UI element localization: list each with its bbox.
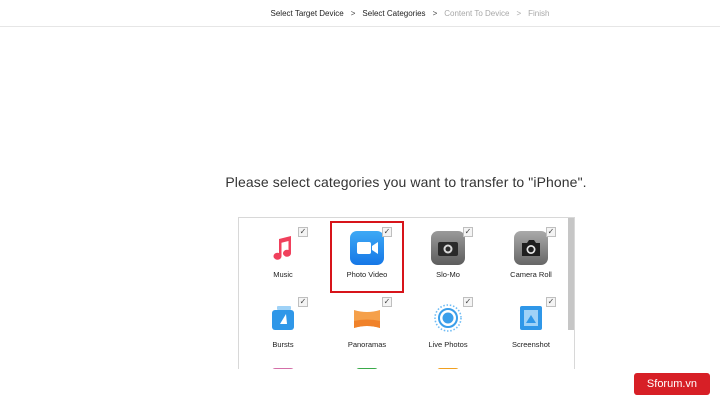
category-label: Live Photos <box>428 340 468 349</box>
screenshot-icon <box>514 301 548 335</box>
breadcrumb-step-select-categories: Select Categories <box>362 8 426 18</box>
category-label: Panoramas <box>347 340 387 349</box>
category-checkbox[interactable]: ✓ <box>298 227 308 237</box>
breadcrumb-separator: > <box>516 8 522 18</box>
breadcrumb-separator: > <box>432 8 438 18</box>
category-checkbox[interactable]: ✓ <box>546 297 556 307</box>
camera-icon <box>514 231 548 265</box>
category-music[interactable]: ✓ Music <box>248 223 318 291</box>
category-label: Camera Roll <box>510 270 552 279</box>
category-label: Bursts <box>272 340 294 349</box>
panel-scrollbar[interactable] <box>568 218 574 330</box>
bursts-icon <box>266 301 300 335</box>
category-row3-peek <box>272 368 294 369</box>
category-panoramas[interactable]: ✓ Panoramas <box>332 293 402 361</box>
categories-panel: ✓ Music ✓ Photo Video ✓ Slo-Mo ✓ Camera … <box>238 217 575 369</box>
category-checkbox[interactable]: ✓ <box>298 297 308 307</box>
category-checkbox[interactable]: ✓ <box>382 227 392 237</box>
category-row3-peek <box>437 368 459 369</box>
category-checkbox[interactable]: ✓ <box>463 227 473 237</box>
page-prompt: Please select categories you want to tra… <box>225 174 587 190</box>
category-photo-video[interactable]: ✓ Photo Video <box>330 221 404 293</box>
category-checkbox[interactable]: ✓ <box>546 227 556 237</box>
category-bursts[interactable]: ✓ Bursts <box>248 293 318 361</box>
category-slo-mo[interactable]: ✓ Slo-Mo <box>413 223 483 291</box>
breadcrumb: Select Target Device > Select Categories… <box>0 0 720 27</box>
category-row3-peek <box>356 368 378 369</box>
live-photos-icon <box>431 301 465 335</box>
category-label: Photo Video <box>346 270 388 279</box>
breadcrumb-step-content-to-device: Content To Device <box>444 8 510 18</box>
category-live-photos[interactable]: ✓ Live Photos <box>413 293 483 361</box>
category-label: Screenshot <box>512 340 550 349</box>
panorama-icon <box>350 301 384 335</box>
category-checkbox[interactable]: ✓ <box>382 297 392 307</box>
watermark: Sforum.vn <box>634 373 710 395</box>
category-label: Slo-Mo <box>436 270 460 279</box>
category-checkbox[interactable]: ✓ <box>463 297 473 307</box>
category-screenshot[interactable]: ✓ Screenshot <box>496 293 566 361</box>
category-label: Music <box>273 270 293 279</box>
breadcrumb-separator: > <box>350 8 356 18</box>
video-camera-icon <box>350 231 384 265</box>
music-note-icon <box>266 231 300 265</box>
slomo-camera-icon <box>431 231 465 265</box>
breadcrumb-step-select-target-device: Select Target Device <box>270 8 344 18</box>
category-camera-roll[interactable]: ✓ Camera Roll <box>496 223 566 291</box>
breadcrumb-step-finish: Finish <box>528 8 550 18</box>
